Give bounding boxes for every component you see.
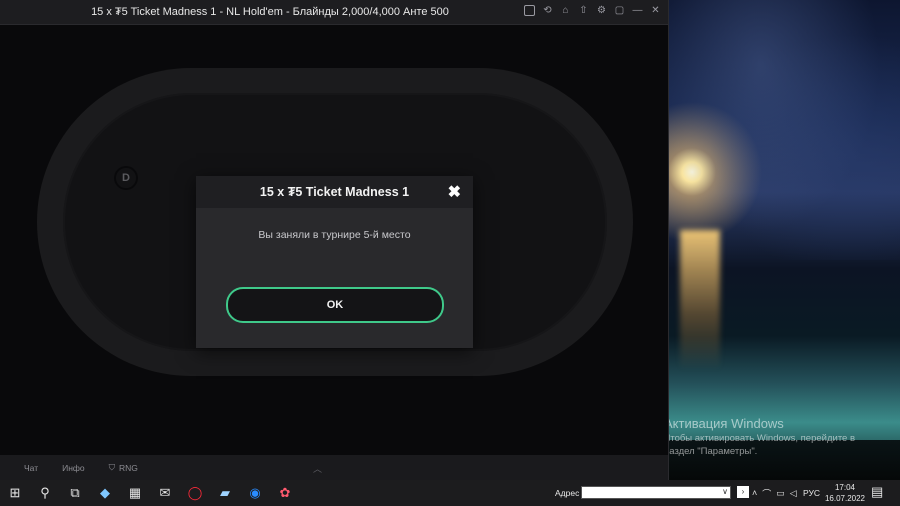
notes-app-icon[interactable]: ▰ (210, 480, 240, 506)
app-cube-icon[interactable]: ◆ (90, 480, 120, 506)
clock-date: 16.07.2022 (824, 494, 866, 503)
system-tray: ˄ ⌒ ▭ ◁ (752, 480, 797, 506)
lobby-icon[interactable]: ⌂ (559, 4, 572, 17)
minimize-icon[interactable]: — (631, 4, 644, 17)
store-icon[interactable]: ▦ (120, 480, 150, 506)
chat-icon[interactable]: ▢ (613, 4, 626, 17)
window-title: 15 x ₮5 Ticket Madness 1 - NL Hold'em - … (91, 6, 449, 18)
blue-ring-app-icon[interactable]: ◉ (240, 480, 270, 506)
search-icon[interactable]: ⚲ (30, 480, 60, 506)
poker-table-window: 15 x ₮5 Ticket Madness 1 - NL Hold'em - … (0, 0, 669, 480)
battery-icon[interactable]: ▭ (776, 488, 785, 499)
activation-line-1: Чтобы активировать Windows, перейдите в (664, 433, 856, 444)
windows-start-icon[interactable]: ⊞ (0, 480, 30, 506)
windows-activation-watermark: Активация Windows Чтобы активировать Win… (664, 416, 900, 458)
export-icon[interactable]: ⇧ (577, 4, 590, 17)
network-icon[interactable]: ⌒ (762, 487, 771, 500)
moon-reflection (680, 230, 720, 370)
settings-icon[interactable]: ⚙ (595, 4, 608, 17)
dialog-title: 15 x ₮5 Ticket Madness 1 (259, 185, 410, 199)
tray-overflow-icon[interactable]: ˄ (752, 488, 757, 498)
taskbar-clock[interactable]: 17:04 16.07.2022 (822, 482, 868, 504)
close-icon[interactable]: ✕ (649, 4, 662, 17)
opera-icon[interactable]: ◯ (180, 480, 210, 506)
ok-button[interactable]: OK (226, 287, 444, 323)
mail-icon[interactable]: ✉ (150, 480, 180, 506)
activation-title: Активация Windows (664, 416, 784, 431)
dialog-message: Вы заняли в турнире 5-й место (258, 229, 411, 241)
tournament-result-dialog: 15 x ₮5 Ticket Madness 1 ✖ Вы заняли в т… (196, 176, 473, 348)
windows-taskbar: ⊞ ⚲ ⧉ ◆ ▦ ✉ ◯ ▰ ◉ ✿ Адрес ∨ › ˄ ⌒ ▭ ◁ РУ… (0, 480, 900, 506)
shield-icon: ⛉ (108, 462, 116, 472)
info-tab[interactable]: Инфо (62, 463, 85, 473)
dialog-header: 15 x ₮5 Ticket Madness 1 ✖ (196, 176, 473, 208)
address-toolbar-label: Адрес (555, 488, 580, 498)
notification-center-icon[interactable]: ▤ (871, 484, 883, 500)
chevron-up-icon[interactable]: ︿ (313, 462, 322, 475)
history-icon[interactable]: ⟲ (541, 4, 554, 17)
task-view-icon[interactable]: ⧉ (60, 480, 90, 506)
activation-line-2: раздел "Параметры". (664, 446, 758, 457)
volume-icon[interactable]: ◁ (790, 488, 797, 499)
rng-tab[interactable]: ⛉ RNG (109, 462, 138, 473)
wallpaper-clouds (668, 0, 900, 260)
table-bottom-bar: Чат Инфо ⛉ RNG ︿ (0, 455, 668, 480)
address-input[interactable]: ∨ (581, 486, 731, 499)
input-language[interactable]: РУС (803, 488, 820, 498)
dialog-close-icon[interactable]: ✖ (448, 182, 461, 202)
layout-icon[interactable] (524, 5, 535, 16)
chevron-down-icon[interactable]: ∨ (722, 487, 728, 496)
chat-tab[interactable]: Чат (24, 463, 38, 473)
clock-time: 17:04 (834, 483, 856, 492)
go-arrow-icon[interactable]: › (737, 486, 749, 498)
window-titlebar[interactable]: 15 x ₮5 Ticket Madness 1 - NL Hold'em - … (0, 0, 668, 25)
poker-app-icon[interactable]: ✿ (270, 480, 300, 506)
rng-label: RNG (119, 462, 138, 473)
titlebar-icons: ⟲ ⌂ ⇧ ⚙ ▢ — ✕ (523, 4, 662, 17)
